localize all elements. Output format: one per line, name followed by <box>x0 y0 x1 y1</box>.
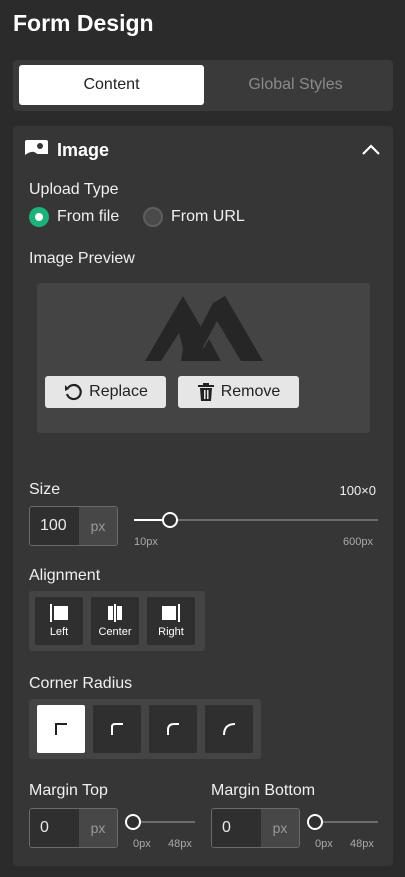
margin-bottom-slider-track[interactable] <box>315 821 378 823</box>
align-left-label: Left <box>49 626 69 638</box>
replace-button[interactable]: Replace <box>45 376 166 408</box>
radius-large-button[interactable] <box>205 705 253 753</box>
size-slider-thumb[interactable] <box>162 512 178 528</box>
margin-top-label: Margin Top <box>29 782 108 799</box>
image-settings-panel: Image Upload Type From file From URL Ima… <box>13 126 393 866</box>
replace-icon <box>65 383 82 401</box>
size-max-label: 600px <box>343 536 373 548</box>
align-center-label: Center <box>98 626 132 638</box>
margin-bottom-value[interactable]: 0 <box>212 809 261 847</box>
margin-top-unit: px <box>79 809 117 847</box>
tab-bar: Content Global Styles <box>13 60 393 111</box>
radio-from-file[interactable]: From file <box>29 207 119 227</box>
align-right-button[interactable]: Right <box>147 597 195 645</box>
tab-global-styles[interactable]: Global Styles <box>203 65 388 105</box>
page-title: Form Design <box>13 10 154 36</box>
section-title: Image <box>57 140 110 160</box>
radius-none-icon <box>55 723 67 735</box>
chevron-up-icon[interactable] <box>361 142 381 156</box>
margin-bottom-slider-thumb[interactable] <box>307 814 323 830</box>
radio-from-url[interactable]: From URL <box>143 207 245 227</box>
align-left-button[interactable]: Left <box>35 597 83 645</box>
image-section-header[interactable]: Image <box>13 126 393 174</box>
image-preview-label: Image Preview <box>29 250 135 267</box>
replace-label: Replace <box>89 383 148 400</box>
align-right-label: Right <box>158 626 184 638</box>
align-center-button[interactable]: Center <box>91 597 139 645</box>
upload-type-label: Upload Type <box>29 181 119 198</box>
radius-large-icon <box>223 723 236 736</box>
align-right-icon <box>162 604 180 622</box>
corner-radius-label: Corner Radius <box>29 675 133 692</box>
size-input[interactable]: 100 px <box>29 506 118 546</box>
radius-small-button[interactable] <box>93 705 141 753</box>
margin-top-slider-thumb[interactable] <box>125 814 141 830</box>
alignment-label: Alignment <box>29 567 101 584</box>
align-left-icon <box>50 604 68 622</box>
corner-radius-group <box>29 699 261 759</box>
radius-small-icon <box>111 723 123 735</box>
radio-unchecked-icon <box>143 207 163 227</box>
size-label: Size <box>29 481 61 498</box>
align-center-icon <box>108 604 122 622</box>
radius-none-button[interactable] <box>37 705 85 753</box>
margin-bottom-label: Margin Bottom <box>211 782 316 799</box>
margin-bottom-min-label: 0px <box>315 838 333 850</box>
margin-top-value[interactable]: 0 <box>30 809 79 847</box>
margin-top-min-label: 0px <box>133 838 151 850</box>
size-value[interactable]: 100 <box>30 507 79 545</box>
image-icon <box>25 140 48 160</box>
tab-content[interactable]: Content <box>19 65 204 105</box>
logo-image <box>145 296 263 361</box>
margin-top-input[interactable]: 0 px <box>29 808 118 848</box>
radius-medium-button[interactable] <box>149 705 197 753</box>
image-preview: Replace Remove <box>37 283 370 433</box>
size-unit: px <box>79 507 117 545</box>
size-min-label: 10px <box>134 536 158 548</box>
radio-checked-icon <box>29 207 49 227</box>
remove-label: Remove <box>220 383 281 400</box>
remove-button[interactable]: Remove <box>178 376 299 408</box>
margin-bottom-unit: px <box>261 809 299 847</box>
radio-from-file-label: From file <box>57 208 120 225</box>
size-dimensions: 100×0 <box>339 483 376 498</box>
margin-bottom-input[interactable]: 0 px <box>211 808 300 848</box>
alignment-group: Left Center Right <box>29 591 205 651</box>
margin-top-slider-track[interactable] <box>133 821 195 823</box>
radio-from-url-label: From URL <box>171 208 245 225</box>
radius-medium-icon <box>167 723 179 735</box>
margin-bottom-max-label: 48px <box>350 838 374 850</box>
margin-top-max-label: 48px <box>168 838 192 850</box>
trash-icon <box>197 383 214 401</box>
